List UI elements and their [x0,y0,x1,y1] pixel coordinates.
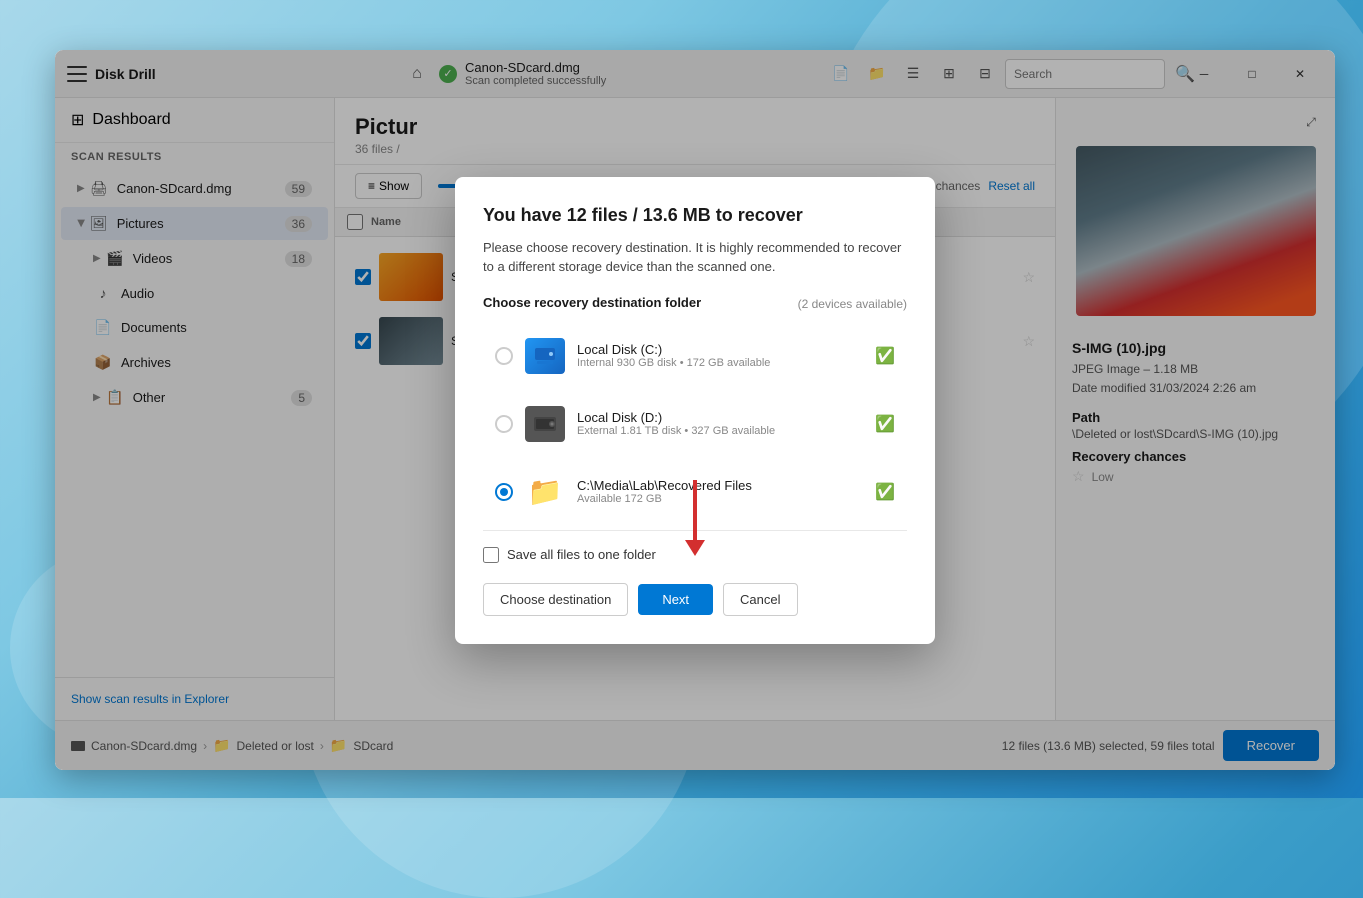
device-desc-folder: Available 172 GB [577,493,863,505]
modal-overlay: You have 12 files / 13.6 MB to recover P… [55,50,1335,770]
device-ok-folder: ✅ [875,482,895,502]
modal-footer: Choose destination Next Cancel [483,583,907,616]
device-option-d[interactable]: Local Disk (D:) External 1.81 TB disk • … [483,394,907,454]
device-name-d: Local Disk (D:) [577,410,863,425]
save-to-one-folder-label: Save all files to one folder [507,547,656,562]
radio-btn-d[interactable] [495,415,513,433]
device-desc-d: External 1.81 TB disk • 327 GB available [577,425,863,437]
arrow-indicator [685,480,705,556]
device-icon-c [525,338,565,374]
modal-description: Please choose recovery destination. It i… [483,238,907,277]
radio-btn-folder[interactable] [495,483,513,501]
device-option-c[interactable]: Local Disk (C:) Internal 930 GB disk • 1… [483,326,907,386]
device-info-folder: C:\Media\Lab\Recovered Files Available 1… [577,478,863,505]
app-window: Disk Drill ⌂ ✓ Canon-SDcard.dmg Scan com… [55,50,1335,770]
modal-section-label: Choose recovery destination folder [483,295,701,310]
device-icon-d [525,406,565,442]
arrow-head [685,540,705,556]
device-desc-c: Internal 930 GB disk • 172 GB available [577,357,863,369]
save-to-one-folder-checkbox[interactable] [483,547,499,563]
modal-title: You have 12 files / 13.6 MB to recover [483,205,907,226]
choose-destination-btn[interactable]: Choose destination [483,583,628,616]
recovery-modal: You have 12 files / 13.6 MB to recover P… [455,177,935,644]
radio-btn-c[interactable] [495,347,513,365]
next-btn[interactable]: Next [638,584,713,615]
device-info-c: Local Disk (C:) Internal 930 GB disk • 1… [577,342,863,369]
device-ok-d: ✅ [875,414,895,434]
arrow-shaft [693,480,697,540]
modal-devices-count: (2 devices available) [798,297,907,311]
device-name-c: Local Disk (C:) [577,342,863,357]
device-ok-c: ✅ [875,346,895,366]
device-icon-folder: 📁 [525,474,565,510]
device-name-folder: C:\Media\Lab\Recovered Files [577,478,863,493]
device-info-d: Local Disk (D:) External 1.81 TB disk • … [577,410,863,437]
cancel-btn[interactable]: Cancel [723,583,797,616]
modal-section-header: Choose recovery destination folder (2 de… [483,295,907,314]
